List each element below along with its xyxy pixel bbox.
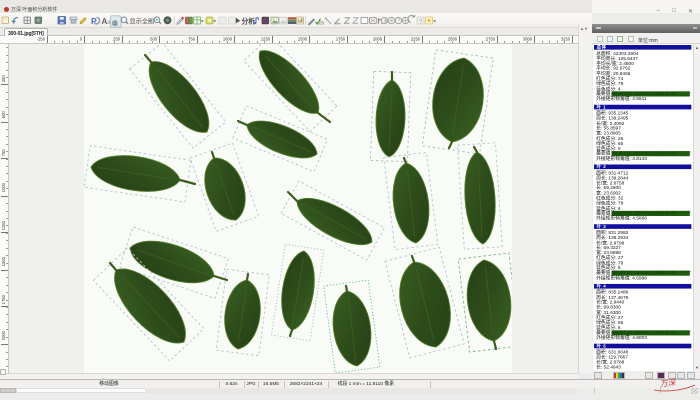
svg-text:分析: 分析 (242, 17, 256, 26)
svg-text:?: ? (419, 18, 423, 25)
svg-text:万深: 万深 (659, 378, 677, 389)
